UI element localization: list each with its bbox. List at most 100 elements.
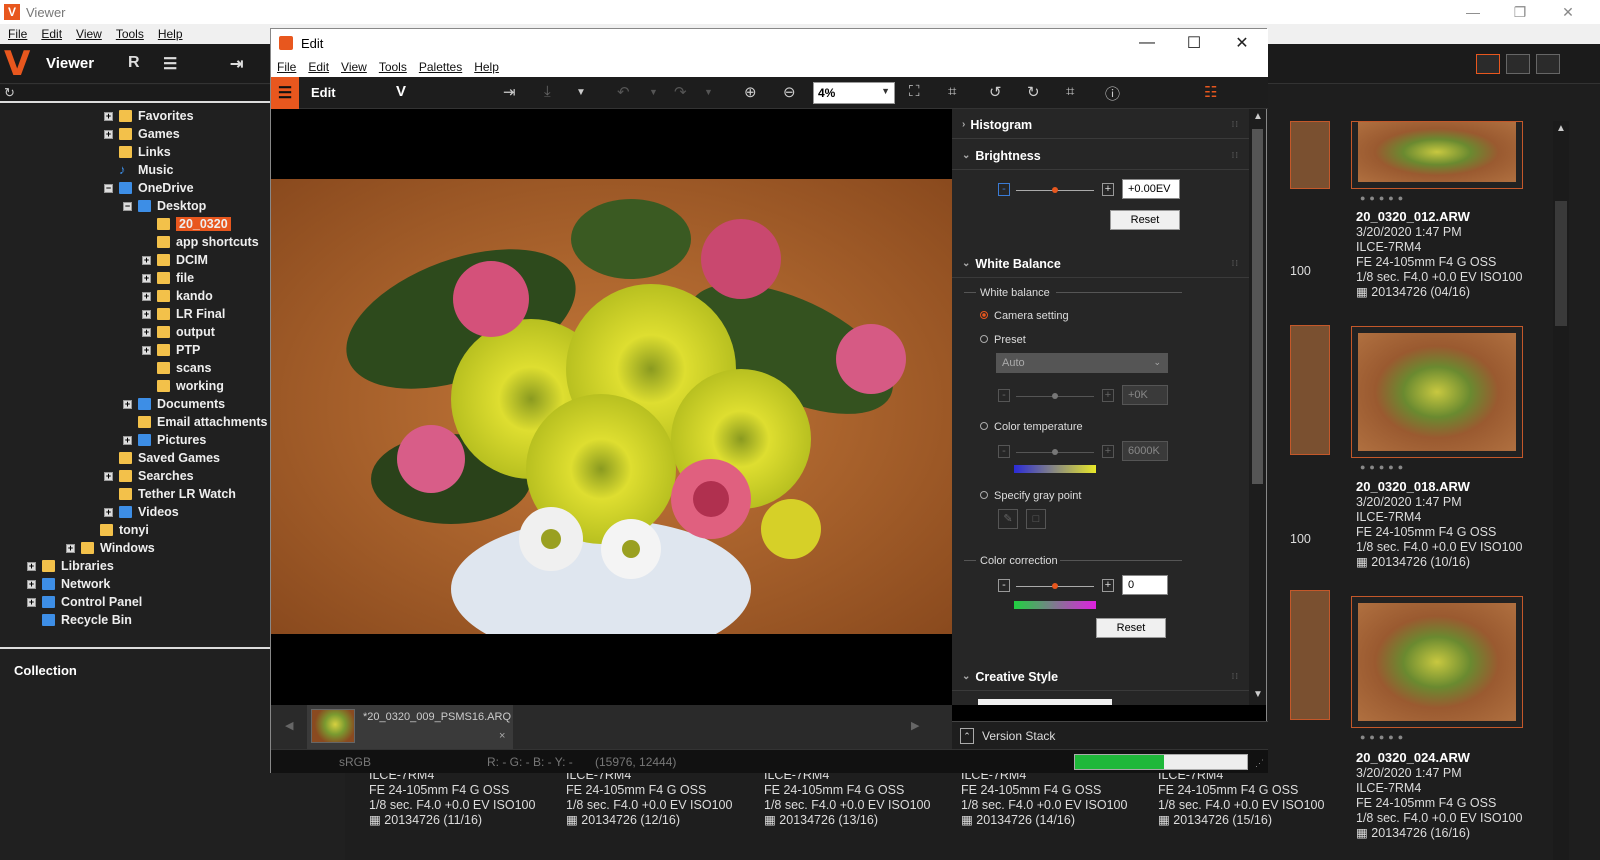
rating-dots[interactable]: ●●●●● [1360, 193, 1407, 203]
menu-edit[interactable]: Edit [41, 27, 62, 41]
edit-menu-view[interactable]: View [341, 60, 367, 74]
rating-dots[interactable]: ●●●●● [1360, 462, 1407, 472]
thumbnail-partial[interactable] [1290, 121, 1330, 189]
undo-dropdown-icon[interactable]: ▼ [649, 87, 658, 97]
grip-icon[interactable]: ⁞⁞ [1232, 672, 1239, 681]
export-icon[interactable]: ⇥ [503, 83, 516, 101]
edit-menu-tools[interactable]: Tools [379, 60, 407, 74]
tree-item[interactable]: Links [119, 143, 171, 161]
creative-style-select[interactable] [978, 699, 1112, 705]
thumbnail-partial[interactable] [1290, 590, 1330, 720]
tree-item[interactable]: − Desktop [123, 197, 206, 215]
grip-icon[interactable]: ⁞⁞ [1232, 120, 1239, 129]
expand-icon[interactable]: + [104, 129, 113, 139]
color-correction-minus-button[interactable]: - [998, 579, 1010, 592]
preset-plus-button[interactable]: + [1102, 389, 1114, 402]
tree-item[interactable]: + Documents [123, 395, 225, 413]
actual-size-icon[interactable]: ⌗ [948, 83, 956, 100]
brightness-value-field[interactable]: +0.00EV [1122, 179, 1180, 199]
edit-mode-icon[interactable]: ☰ [271, 77, 299, 109]
edit-menu-help[interactable]: Help [474, 60, 499, 74]
tree-item[interactable]: + Favorites [104, 107, 194, 125]
brightness-plus-button[interactable]: + [1102, 183, 1114, 196]
color-correction-reset-button[interactable]: Reset [1096, 618, 1166, 638]
zoom-select[interactable]: 4% ▼ [813, 82, 895, 104]
menu-view[interactable]: View [76, 27, 102, 41]
histogram-header[interactable]: › Histogram ⁞⁞ [952, 111, 1249, 139]
expand-icon[interactable]: + [142, 309, 151, 319]
grip-icon[interactable]: ⁞⁞ [1232, 151, 1239, 160]
edit-menu-file[interactable]: File [277, 60, 296, 74]
expand-icon[interactable]: + [27, 597, 36, 607]
expand-icon[interactable]: + [27, 561, 36, 571]
tree-item[interactable]: + file [142, 269, 194, 287]
save-icon[interactable]: ⤓ [544, 83, 551, 100]
thumbnail-partial[interactable] [1290, 325, 1330, 455]
crop-icon[interactable]: ⌗ [1066, 83, 1074, 100]
color-correction-plus-button[interactable]: + [1102, 579, 1114, 592]
expand-icon[interactable]: + [142, 291, 151, 301]
brightness-slider-knob[interactable] [1052, 187, 1058, 193]
close-button[interactable]: ✕ [1545, 0, 1591, 24]
edit-close-button[interactable]: ✕ [1219, 29, 1265, 57]
redo-icon[interactable]: ↷ [674, 83, 687, 101]
tree-item[interactable]: + Searches [104, 467, 194, 485]
creative-style-header[interactable]: ⌄ Creative Style ⁞⁞ [952, 663, 1249, 691]
refresh-icon[interactable]: ↻ [4, 85, 15, 101]
preset-slider-knob[interactable] [1052, 393, 1058, 399]
fit-screen-icon[interactable]: ⛶ [909, 83, 920, 100]
expand-icon[interactable]: + [142, 273, 151, 283]
preset-radio[interactable] [980, 335, 988, 343]
tree-item[interactable]: scans [157, 359, 211, 377]
expand-icon[interactable]: + [142, 345, 151, 355]
zoom-in-icon[interactable]: ⊕ [744, 83, 757, 101]
grid-view-icon[interactable] [1476, 54, 1500, 74]
info-icon[interactable]: ⓘ [1105, 83, 1120, 104]
expand-icon[interactable]: + [123, 399, 132, 409]
grip-icon[interactable]: ⁞⁞ [1232, 259, 1239, 268]
tree-item-selected[interactable]: 20_0320 [157, 215, 231, 233]
tree-item[interactable]: + Videos [104, 503, 179, 521]
menu-tools[interactable]: Tools [116, 27, 144, 41]
tree-item[interactable]: Recycle Bin [42, 611, 132, 629]
preset-value-field[interactable]: +0K [1122, 385, 1168, 405]
expand-icon[interactable]: + [27, 579, 36, 589]
viewer-switch-icon[interactable]: V [396, 83, 406, 100]
rotate-left-icon[interactable]: ↺ [989, 83, 1002, 101]
restore-button[interactable]: ❐ [1497, 0, 1543, 24]
expand-icon[interactable]: + [123, 435, 132, 445]
tree-item[interactable]: + Libraries [27, 557, 114, 575]
adjust-palette-icon[interactable]: ☷ [1204, 83, 1217, 101]
menu-help[interactable]: Help [158, 27, 183, 41]
color-temperature-radio[interactable] [980, 422, 988, 430]
edit-menu-edit[interactable]: Edit [308, 60, 329, 74]
preset-select[interactable]: Auto ⌄ [996, 353, 1168, 373]
folder-tree[interactable]: + Favorites + Games Links ♪ Music − OneDrive… [0, 105, 273, 647]
expand-icon[interactable]: + [104, 471, 113, 481]
close-icon[interactable]: × [499, 730, 505, 742]
scroll-up-icon[interactable]: ▲ [1253, 111, 1263, 122]
tree-item[interactable]: Email attachments [138, 413, 267, 431]
color-correction-value-field[interactable]: 0 [1122, 575, 1168, 595]
tree-item[interactable]: Saved Games [119, 449, 220, 467]
brightness-minus-button[interactable]: - [998, 183, 1010, 196]
brightness-header[interactable]: ⌄ Brightness ⁞⁞ [952, 142, 1249, 170]
save-dropdown-icon[interactable]: ▼ [576, 87, 586, 98]
scroll-up-icon[interactable]: ▲ [1556, 123, 1566, 134]
menu-file[interactable]: File [8, 27, 27, 41]
remote-icon[interactable]: R [128, 54, 140, 72]
filmstrip[interactable]: ◀ *20_0320_009_PSMS16.ARQ × ▶ [271, 705, 952, 749]
tree-item[interactable]: + Network [27, 575, 110, 593]
filmstrip-item[interactable]: *20_0320_009_PSMS16.ARQ × [307, 705, 513, 749]
tree-item[interactable]: tonyi [100, 521, 149, 539]
filmstrip-prev-icon[interactable]: ◀ [285, 719, 293, 732]
tree-item[interactable]: ♪ Music [119, 161, 173, 179]
tree-item[interactable]: Tether LR Watch [119, 485, 236, 503]
palette-scrollbar[interactable]: ▲ ▼ [1249, 109, 1266, 705]
expand-icon[interactable]: + [142, 327, 151, 337]
color-temp-slider-knob[interactable] [1052, 449, 1058, 455]
tree-item[interactable]: + DCIM [142, 251, 208, 269]
minimize-button[interactable]: — [1450, 0, 1496, 24]
tree-item[interactable]: + LR Final [142, 305, 225, 323]
scroll-thumb[interactable] [1252, 129, 1263, 484]
